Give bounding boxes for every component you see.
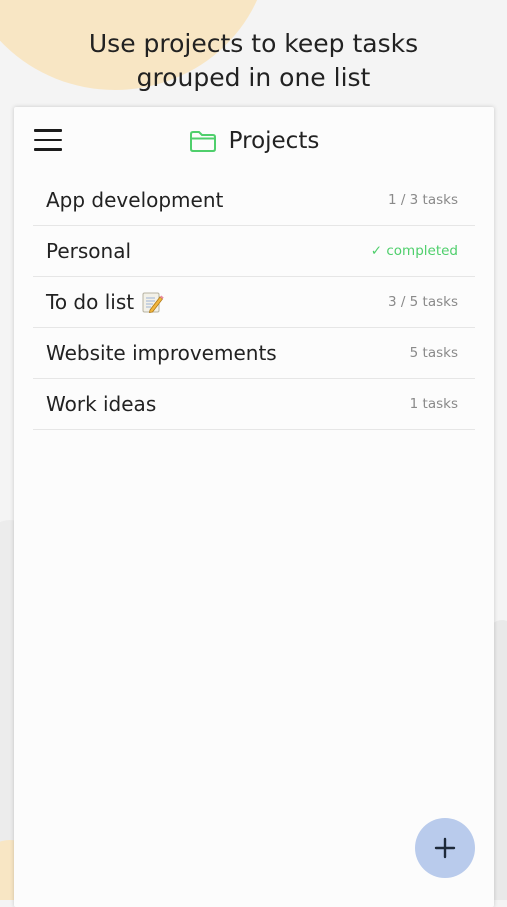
project-row-personal[interactable]: Personal ✓ completed	[33, 226, 475, 277]
folder-icon	[189, 131, 216, 152]
app-screen: Projects App development 1 / 3 tasks Per…	[14, 107, 494, 907]
project-row-website-improvements[interactable]: Website improvements 5 tasks	[33, 328, 475, 379]
project-name: Work ideas	[46, 392, 157, 416]
completed-badge: ✓ completed	[370, 243, 458, 259]
memo-emoji-icon	[142, 292, 164, 313]
project-row-work-ideas[interactable]: Work ideas 1 tasks	[33, 379, 475, 430]
project-name: App development	[46, 188, 224, 212]
project-status: 1 / 3 tasks	[387, 192, 458, 208]
header: Projects	[14, 125, 494, 157]
project-status: 1 tasks	[409, 396, 458, 412]
headline-line-1: Use projects to keep tasks	[88, 29, 419, 58]
project-name-wrap: To do list	[46, 290, 164, 314]
project-name: Personal	[46, 239, 132, 263]
promo-headline: Use projects to keep tasks grouped in on…	[0, 27, 507, 95]
project-status: 3 / 5 tasks	[387, 294, 458, 310]
project-row-app-development[interactable]: App development 1 / 3 tasks	[33, 175, 475, 226]
add-project-button[interactable]	[415, 818, 475, 878]
plus-icon	[434, 837, 456, 859]
page-title: Projects	[228, 128, 320, 154]
project-row-to-do-list[interactable]: To do list 3 / 5 tasks	[33, 277, 475, 328]
project-list: App development 1 / 3 tasks Personal ✓ c…	[33, 175, 475, 430]
project-status: 5 tasks	[409, 345, 458, 361]
project-name: To do list	[46, 290, 135, 314]
headline-line-2: grouped in one list	[136, 63, 371, 92]
project-name: Website improvements	[46, 341, 277, 365]
